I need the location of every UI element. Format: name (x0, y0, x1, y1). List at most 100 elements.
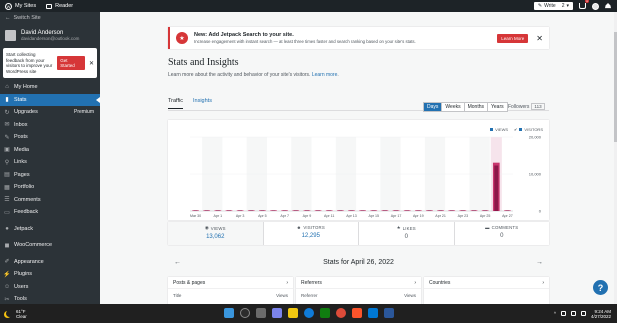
arrow-left-icon[interactable]: ← (174, 259, 181, 266)
chevron-up-icon[interactable]: ^ (554, 311, 556, 316)
get-started-button[interactable]: Get Started (57, 56, 85, 70)
chrome-icon[interactable] (336, 308, 346, 318)
period-months[interactable]: Months (465, 103, 489, 111)
legend-views-label: VIEWS (495, 127, 509, 132)
sidebar-item-label: Inbox (14, 121, 28, 128)
edge-icon[interactable] (304, 308, 314, 318)
write-button[interactable]: ✎ Write 2 ▾ (533, 2, 573, 10)
clock[interactable]: 9:24 AM 4/27/2022 (591, 309, 611, 319)
sidebar-item-inbox[interactable]: ✉ Inbox (0, 119, 100, 132)
panel-columns: Referrer Views (296, 289, 421, 302)
tab-traffic[interactable]: Traffic (168, 98, 183, 109)
notifications-bell-icon[interactable] (605, 3, 611, 9)
sidebar-item-appearance[interactable]: ✐ Appearance (0, 256, 100, 269)
x-tick-label: Apr 5 (258, 214, 267, 218)
links-icon: ⚲ (4, 159, 10, 166)
tab-insights[interactable]: Insights (193, 98, 212, 109)
visitors-bar (282, 210, 287, 211)
period-weeks[interactable]: Weeks (442, 103, 465, 111)
sidebar-item-jetpack[interactable]: ● Jetpack (0, 223, 100, 236)
period-days[interactable]: Days (424, 103, 443, 111)
legend-views-swatch (490, 128, 494, 131)
my-sites-button[interactable]: W My Sites (0, 2, 41, 10)
sidebar-item-pages[interactable]: ▤ Pages (0, 169, 100, 182)
search-icon[interactable] (240, 308, 250, 318)
word-icon[interactable] (384, 308, 394, 318)
panel-header[interactable]: Countries › (424, 277, 549, 289)
weather-widget[interactable]: 61°F Clear (0, 309, 27, 319)
sidebar-item-feedback[interactable]: ▭ Feedback (0, 206, 100, 219)
arrow-right-icon[interactable]: → (536, 259, 543, 266)
switch-site-link[interactable]: ← Switch Site (0, 12, 100, 24)
brave-icon[interactable] (352, 308, 362, 318)
site-card[interactable]: David Anderson davidanderson@outlook.com (0, 24, 100, 46)
followers-label: Followers (508, 103, 530, 110)
stat-label-text: VISITORS (303, 225, 325, 230)
visitors-bar (472, 210, 477, 211)
visitors-bar (360, 210, 365, 211)
reader-button[interactable]: Reader (41, 3, 78, 9)
stat-label: ▬ COMMENTS (455, 225, 550, 230)
cart-icon[interactable]: 1 (579, 0, 589, 9)
legend-visitors[interactable]: ✔ VISITORS (514, 127, 543, 132)
visitors-bar (349, 210, 354, 211)
learn-more-link[interactable]: Learn more (312, 72, 338, 78)
close-icon[interactable]: ✕ (536, 34, 543, 43)
wifi-icon[interactable] (560, 311, 566, 316)
file-explorer-icon[interactable] (288, 308, 298, 318)
write-count: 2 (561, 3, 565, 9)
battery-icon[interactable] (580, 311, 586, 316)
sidebar: ← Switch Site David Anderson davidanders… (0, 12, 100, 304)
panel-header[interactable]: Posts & pages › (168, 277, 293, 289)
sidebar-item-portfolio[interactable]: ▦ Portfolio (0, 181, 100, 194)
task-view-icon[interactable] (256, 308, 266, 318)
followers-link[interactable]: Followers 113 (508, 103, 545, 110)
panel-countries: Countries › (424, 277, 549, 304)
switch-site-label: Switch Site (13, 15, 41, 21)
stat-label: ◉ VIEWS (168, 225, 263, 231)
teams-icon[interactable] (272, 308, 282, 318)
chart-legend: VIEWS ✔ VISITORS (490, 127, 543, 132)
stat-likes[interactable]: ★ LIKES 0 (359, 222, 455, 245)
panel-header[interactable]: Referrers › (296, 277, 421, 289)
close-icon[interactable]: ✕ (89, 60, 94, 67)
sidebar-item-links[interactable]: ⚲ Links (0, 156, 100, 169)
sidebar-item-label: Pages (14, 171, 30, 178)
plugins-icon: ⚡ (3, 271, 11, 278)
volume-icon[interactable] (570, 311, 576, 316)
sidebar-item-users[interactable]: ☺ Users (0, 281, 100, 294)
help-button[interactable]: ? (593, 280, 608, 295)
sidebar-item-posts[interactable]: ✎ Posts (0, 131, 100, 144)
stats-for-title: Stats for April 26, 2022 (323, 258, 394, 266)
visitors-bar (249, 210, 254, 211)
visitors-bar (427, 210, 432, 211)
avatar[interactable] (592, 2, 599, 10)
comments-icon: ☰ (4, 197, 10, 204)
x-tick-label: Apr 23 (458, 214, 469, 218)
write-label: Write (544, 3, 556, 9)
sidebar-item-stats[interactable]: ▮ Stats (0, 93, 100, 106)
sidebar-item-media[interactable]: ▣ Media (0, 144, 100, 157)
sidebar-item-woocommerce[interactable]: ◼ WooCommerce (0, 239, 100, 252)
period-years[interactable]: Years (488, 103, 507, 111)
stat-value: 0 (500, 233, 504, 239)
stat-comments[interactable]: ▬ COMMENTS 0 (455, 222, 550, 245)
panel-columns: Title Views (168, 289, 293, 302)
stat-views[interactable]: ◉ VIEWS 13,062 (168, 222, 264, 245)
x-tick-label: Apr 27 (502, 214, 513, 218)
clock-date: 4/27/2022 (590, 313, 611, 319)
sidebar-item-upgrades[interactable]: ↻ Upgrades Premium (0, 106, 100, 119)
sidebar-item-label: Appearance (14, 258, 44, 265)
star-icon: ★ (176, 32, 188, 44)
mail-icon[interactable] (368, 308, 378, 318)
sidebar-item-my home[interactable]: ⌂ My Home (0, 81, 100, 94)
y-tick-label: 10,000 (529, 172, 542, 177)
jetpack-icon: ● (5, 225, 9, 232)
legend-views[interactable]: VIEWS (490, 127, 508, 132)
learn-more-button[interactable]: Learn More (497, 33, 529, 43)
store-icon[interactable] (320, 308, 330, 318)
windows-start-icon[interactable] (224, 308, 234, 318)
sidebar-item-comments[interactable]: ☰ Comments (0, 194, 100, 207)
sidebar-item-plugins[interactable]: ⚡ Plugins (0, 268, 100, 281)
stat-visitors[interactable]: ☻ VISITORS 12,295 (264, 222, 359, 245)
